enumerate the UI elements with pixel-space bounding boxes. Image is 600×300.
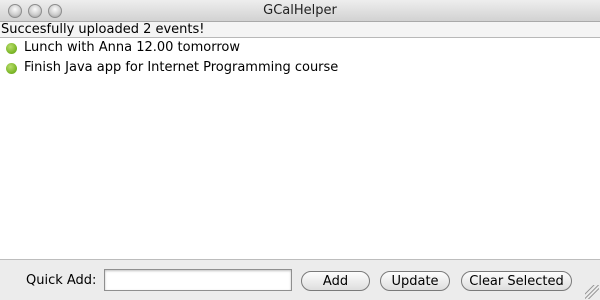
event-label: Lunch with Anna 12.00 tomorrow (24, 40, 240, 55)
quick-add-input[interactable] (104, 269, 292, 291)
app-window: GCalHelper Succesfully uploaded 2 events… (0, 0, 600, 300)
status-dot-icon (6, 63, 17, 74)
window-title: GCalHelper (263, 3, 337, 18)
resize-grip-icon[interactable] (585, 285, 599, 299)
status-dot-icon (6, 43, 17, 54)
event-list[interactable]: Lunch with Anna 12.00 tomorrow Finish Ja… (0, 38, 600, 260)
clear-selected-button[interactable]: Clear Selected (461, 271, 572, 291)
event-label: Finish Java app for Internet Programming… (24, 60, 339, 75)
quick-add-label: Quick Add: (26, 273, 97, 288)
add-button[interactable]: Add (301, 271, 370, 291)
bottom-bar: Quick Add: Add Update Clear Selected (0, 260, 600, 300)
list-item[interactable]: Finish Java app for Internet Programming… (0, 58, 600, 78)
update-button[interactable]: Update (380, 271, 450, 291)
status-message: Succesfully uploaded 2 events! (0, 22, 600, 38)
title-bar[interactable]: GCalHelper (0, 0, 600, 22)
list-item[interactable]: Lunch with Anna 12.00 tomorrow (0, 38, 600, 58)
